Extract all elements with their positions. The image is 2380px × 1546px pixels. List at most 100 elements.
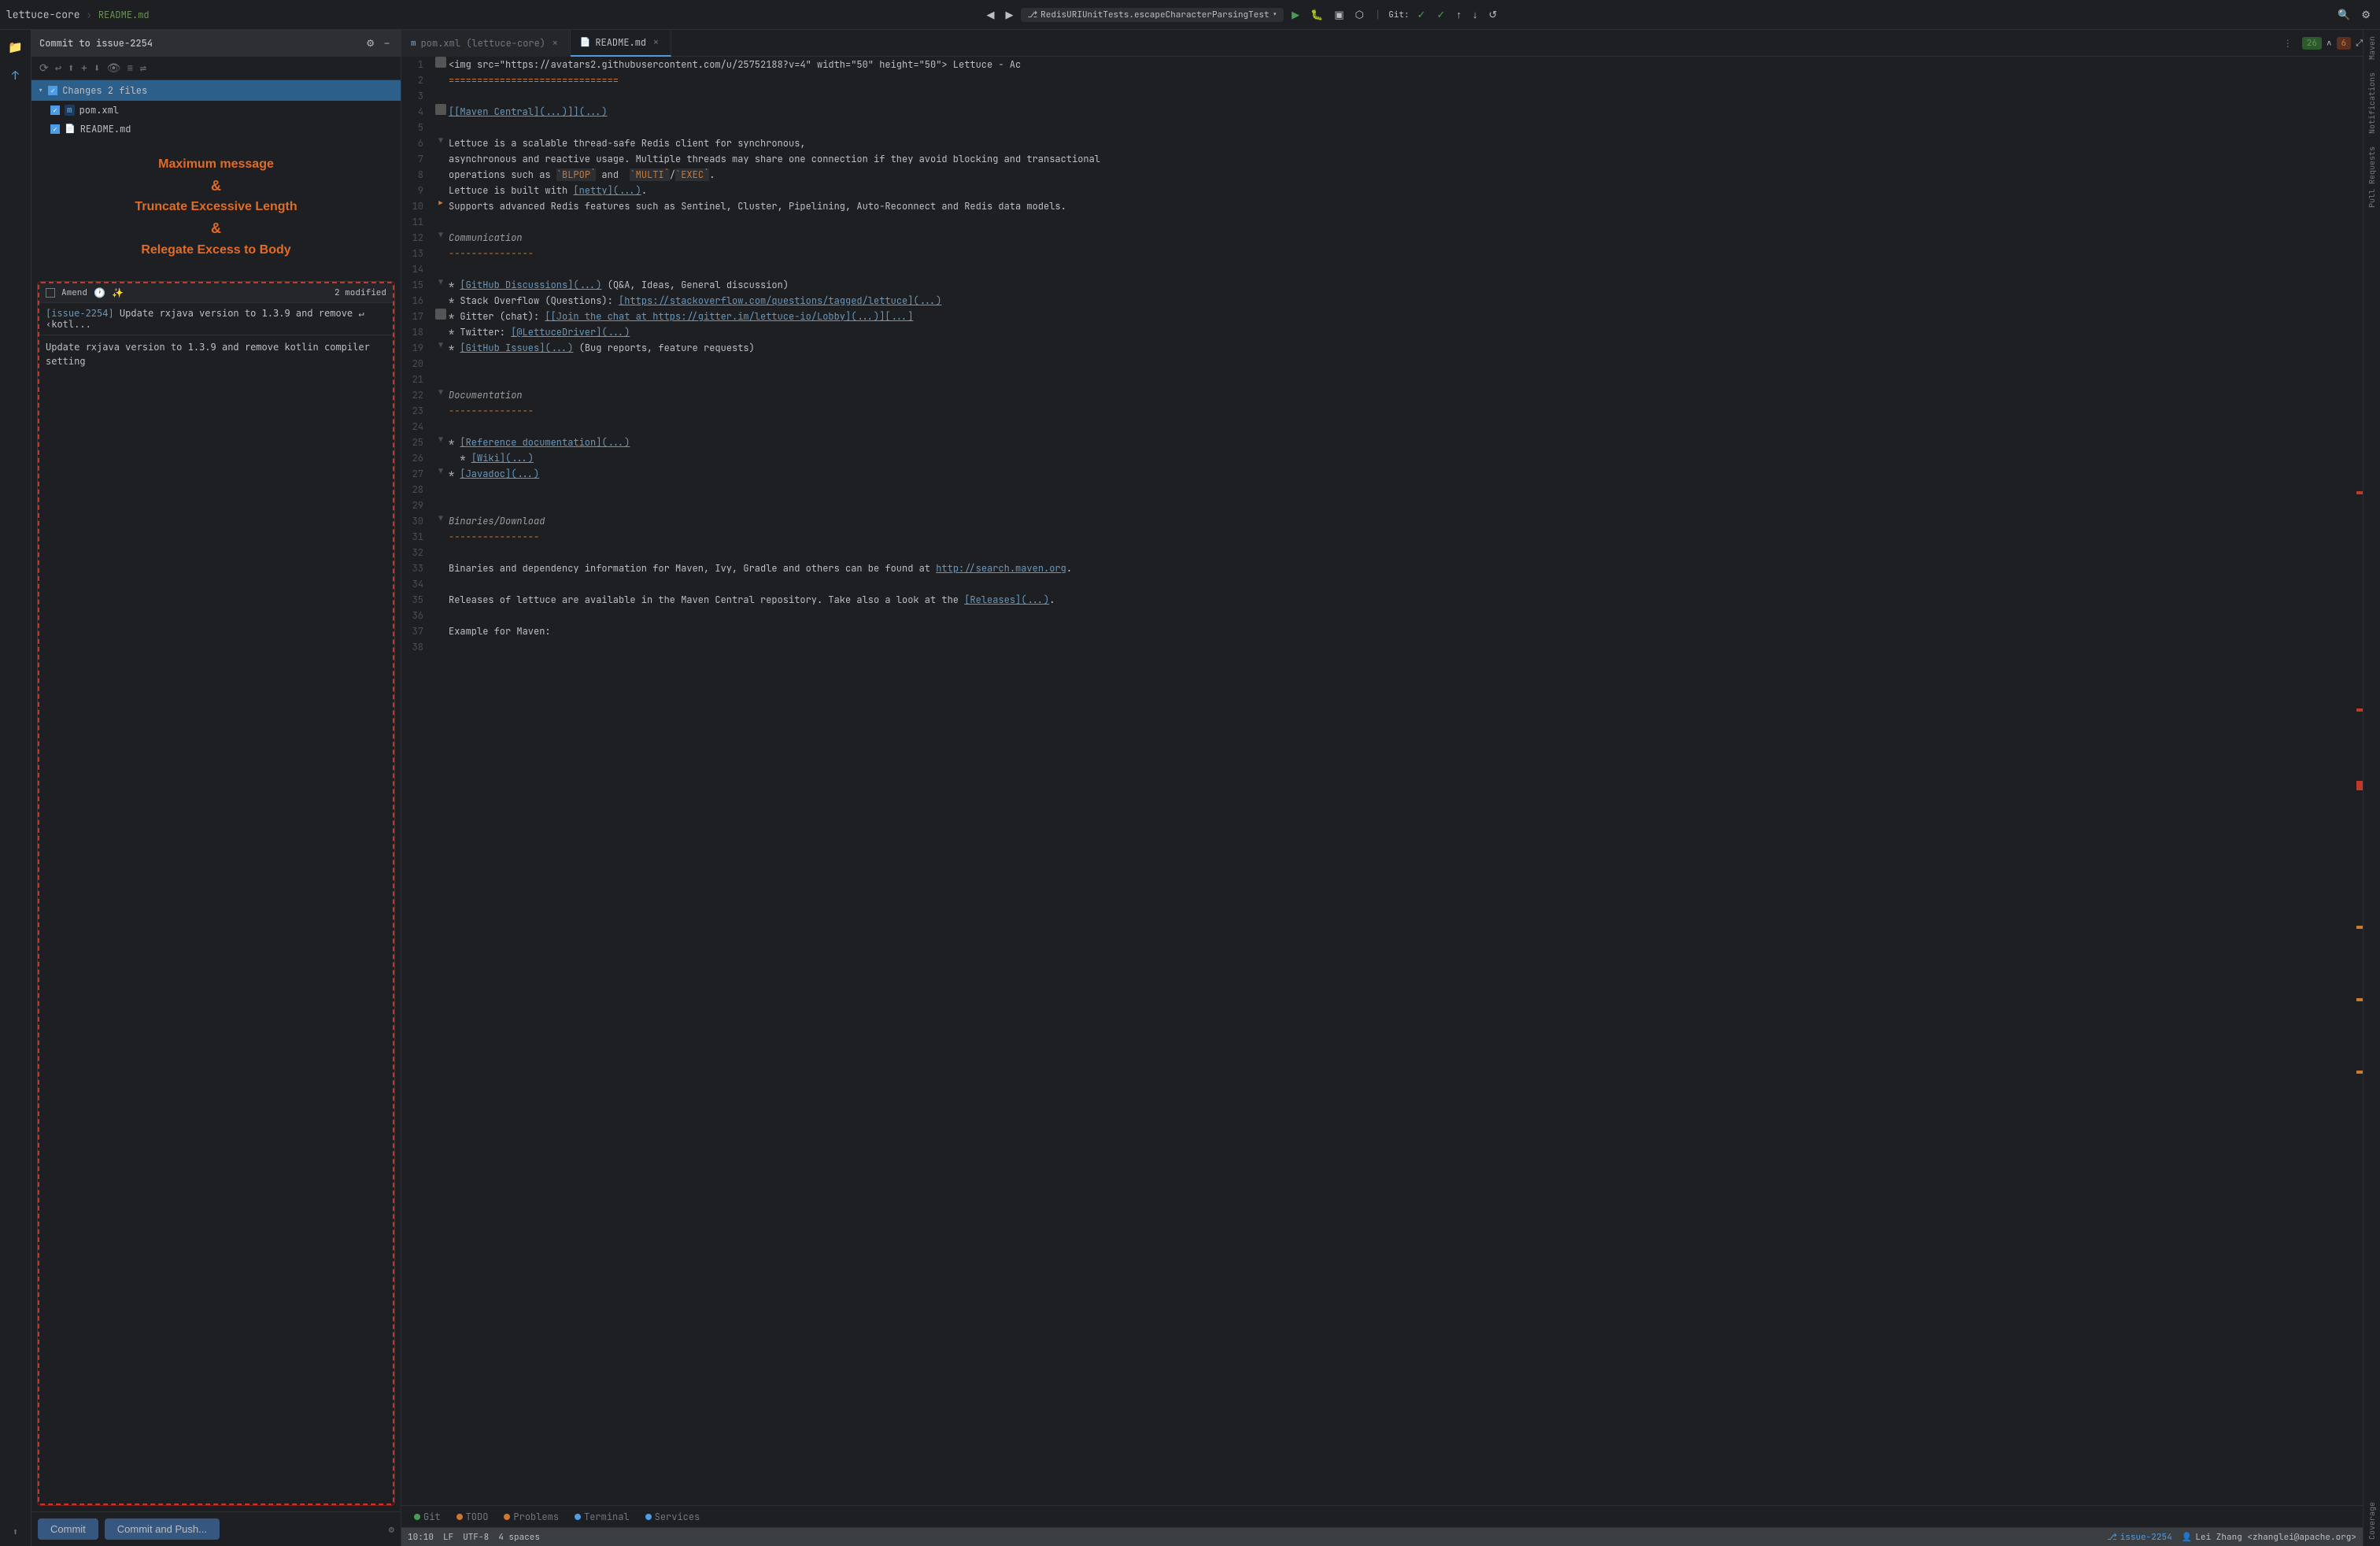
tab-readme-close[interactable]: ✕ — [651, 36, 661, 49]
align-icon[interactable]: ⇌ — [139, 60, 148, 77]
notifications-label[interactable]: Notifications — [2365, 66, 2378, 140]
branch-pill[interactable]: ⎇ RedisURIUnitTests.escapeCharacterParsi… — [1021, 8, 1284, 22]
magic-icon[interactable]: ✨ — [112, 287, 124, 299]
branch-icon: ⎇ — [1027, 9, 1037, 20]
commit-body[interactable]: Update rxjava version to 1.3.9 and remov… — [39, 335, 393, 1503]
line-6: 6 ▼ Lettuce is a scalable thread-safe Re… — [401, 135, 2363, 151]
forward-btn[interactable]: ▶ — [1002, 7, 1016, 23]
file-tree-label: ▾ Changes 2 files — [38, 84, 147, 97]
line-14: 14 — [401, 261, 2363, 277]
status-right: ⎇ issue-2254 👤 Lei Zhang <zhanglei@apach… — [2107, 1532, 2356, 1543]
line-8: 8 operations such as `BLPOP` and `MULTI`… — [401, 167, 2363, 183]
git-push-btn[interactable]: ↑ — [1453, 7, 1465, 22]
checkbox-readme[interactable] — [50, 124, 60, 134]
refresh-icon[interactable]: ⟳ — [38, 60, 50, 77]
expand-icon[interactable]: ⤢ — [2356, 38, 2363, 49]
title-bar-right: 🔍 ⚙ — [2334, 7, 2374, 23]
tab-todo-label: TODO — [466, 1511, 489, 1523]
debug-btn[interactable]: 🐛 — [1307, 7, 1326, 23]
push-up-icon[interactable]: ⬆ — [66, 60, 76, 77]
scroll-indicator-4 — [2356, 926, 2363, 929]
line-31: 31 ---------------- — [401, 529, 2363, 545]
add-icon[interactable]: + — [79, 60, 89, 77]
title-bar-left: lettuce-core › README.md — [6, 8, 150, 21]
scroll-indicator-2 — [2356, 708, 2363, 712]
search-btn[interactable]: 🔍 — [2334, 7, 2353, 23]
bottom-tabs: Git TODO Problems Terminal Services — [401, 1505, 2363, 1527]
line-4: 4 [[Maven Central](...)]](...) — [401, 104, 2363, 120]
tab-readme-md[interactable]: 📄 README.md ✕ — [571, 30, 671, 57]
list-icon[interactable]: ≡ — [125, 60, 135, 77]
panel-settings-btn[interactable]: ⚙ — [363, 36, 378, 50]
tab-todo[interactable]: TODO — [450, 1509, 495, 1525]
file-item-pom[interactable]: m pom.xml — [31, 101, 401, 120]
tab-git[interactable]: Git — [408, 1509, 447, 1525]
git-dot-icon — [414, 1514, 420, 1520]
line-1: 1 <img src="https://avatars2.githubuserc… — [401, 57, 2363, 72]
checkbox-pom[interactable] — [50, 105, 60, 115]
line-35: 35 Releases of lettuce are available in … — [401, 592, 2363, 608]
chevron-down-icon: ▾ — [38, 84, 43, 97]
sidebar-project-icon[interactable]: 📁 — [2, 33, 30, 61]
amend-row: Amend 🕐 ✨ — [46, 287, 124, 299]
line-33: 33 Binaries and dependency information f… — [401, 560, 2363, 576]
commit-push-button[interactable]: Commit and Push... — [105, 1518, 220, 1540]
tab-pom-close[interactable]: ✕ — [550, 37, 560, 50]
status-charset: UTF-8 — [463, 1532, 489, 1543]
coverage-label[interactable]: Coverage — [2365, 1496, 2378, 1546]
file-tree-header: ▾ Changes 2 files — [31, 80, 401, 101]
modified-badge: 2 modified — [334, 287, 386, 298]
tab-git-label: Git — [423, 1511, 441, 1523]
download-icon[interactable]: ⬇ — [92, 60, 102, 77]
fold-icon-6: ▼ — [438, 135, 443, 146]
checkbox-all[interactable] — [48, 86, 57, 95]
editor-content[interactable]: 1 <img src="https://avatars2.githubuserc… — [401, 57, 2363, 1505]
commit-meta-bar: Amend 🕐 ✨ 2 modified — [39, 283, 393, 303]
sidebar-pullrequest-icon[interactable]: ⬆ — [2, 1518, 30, 1546]
eye-icon[interactable]: 👁 — [105, 60, 122, 77]
line-27: 27 ▼ * [Javadoc](...) — [401, 466, 2363, 482]
git-fetch-btn[interactable]: ↓ — [1469, 7, 1481, 22]
commit-button[interactable]: Commit — [38, 1518, 98, 1540]
line-34: 34 — [401, 576, 2363, 592]
tab-terminal[interactable]: Terminal — [568, 1509, 636, 1525]
line-26: 26 * [Wiki](...) — [401, 450, 2363, 466]
right-labels: Maven Notifications Pull Requests Covera… — [2363, 30, 2380, 1546]
panel-footer: Commit Commit and Push... ⚙ — [31, 1511, 401, 1546]
panel-header: Commit to issue-2254 ⚙ − — [31, 30, 401, 57]
line-24: 24 — [401, 419, 2363, 435]
fold-icon-19: ▼ — [438, 340, 443, 350]
fold-icon-25: ▼ — [438, 435, 443, 445]
pull-requests-label[interactable]: Pull Requests — [2365, 140, 2378, 214]
commit-subject[interactable]: [issue-2254] Update rxjava version to 1.… — [39, 303, 393, 335]
amend-checkbox[interactable] — [46, 288, 55, 298]
panel-close-btn[interactable]: − — [381, 36, 393, 50]
issue-tag: [issue-2254] — [46, 308, 114, 319]
run-btn[interactable]: ▶ — [1288, 7, 1303, 23]
maven-label[interactable]: Maven — [2365, 30, 2378, 66]
title-bar-center: ◀ ▶ ⎇ RedisURIUnitTests.escapeCharacterP… — [150, 7, 2335, 23]
line-12: 12 ▼ Communication — [401, 230, 2363, 246]
line-3: 3 — [401, 88, 2363, 104]
tab-pom-label: pom.xml (lettuce-core) — [421, 37, 545, 50]
footer-settings-icon[interactable]: ⚙ — [389, 1523, 394, 1536]
coverage-btn[interactable]: ▣ — [1331, 7, 1347, 23]
tab-services[interactable]: Services — [639, 1509, 707, 1525]
git-check2-btn[interactable]: ✓ — [1434, 7, 1449, 23]
img-icon-17 — [435, 309, 446, 320]
back-btn[interactable]: ◀ — [983, 7, 997, 23]
sidebar-commit-icon[interactable]: ↑ — [2, 61, 30, 90]
fold-icon-27: ▼ — [438, 466, 443, 476]
caret-icon: ∧ — [2326, 38, 2332, 49]
undo-icon[interactable]: ↩ — [54, 60, 63, 77]
editor-tabs-actions[interactable]: ⋮ — [2277, 37, 2299, 50]
profiler-btn[interactable]: ⬡ — [1352, 7, 1367, 23]
settings-btn[interactable]: ⚙ — [2358, 7, 2374, 23]
git-check-btn[interactable]: ✓ — [1414, 7, 1429, 23]
git-rollback-btn[interactable]: ↺ — [1485, 7, 1500, 23]
tab-problems[interactable]: Problems — [497, 1509, 565, 1525]
file-item-readme[interactable]: 📄 README.md — [31, 120, 401, 139]
tab-pom-xml[interactable]: m pom.xml (lettuce-core) ✕ — [401, 30, 571, 57]
line-9: 9 Lettuce is built with [netty](...). — [401, 183, 2363, 198]
clock-icon[interactable]: 🕐 — [94, 287, 105, 299]
